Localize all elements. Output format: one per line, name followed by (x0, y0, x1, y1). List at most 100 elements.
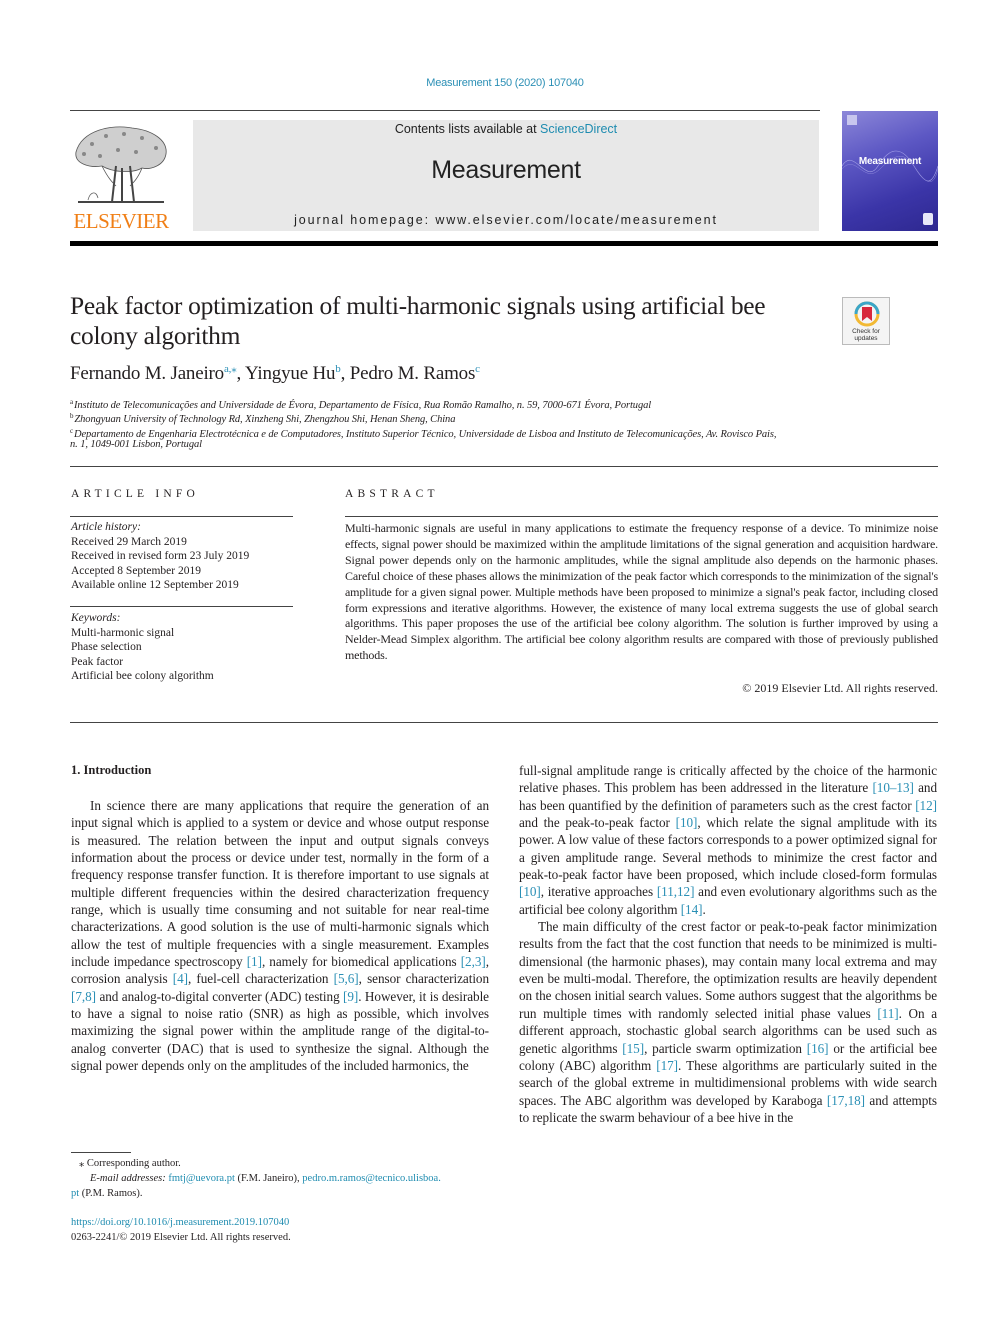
paper-title: Peak factor optimization of multi-harmon… (70, 291, 766, 350)
affiliation-mark: b (70, 412, 74, 420)
email-link-ramos[interactable]: pedro.m.ramos@tecnico.ulisboa. (302, 1173, 441, 1184)
email-owner: (P.M. Ramos). (79, 1188, 143, 1199)
divider (70, 516, 293, 517)
citation-link[interactable]: [10] (676, 815, 698, 830)
keywords: Keywords: Multi-harmonic signal Phase se… (71, 611, 214, 684)
corresponding-author-note: ⁎ Corresponding author. (71, 1156, 491, 1171)
doi-block: https://doi.org/10.1016/j.measurement.20… (71, 1216, 291, 1245)
paragraph-text: , particle swarm optimization (644, 1040, 807, 1056)
journal-homepage-link[interactable]: journal homepage: www.elsevier.com/locat… (193, 213, 819, 227)
author-affiliation-mark[interactable]: a,⁎ (224, 363, 237, 375)
footnote-rule (71, 1152, 131, 1153)
corresponding-text: Corresponding author. (86, 1158, 181, 1169)
author-separator: , (236, 363, 245, 384)
citation-link[interactable]: [10–13] (872, 780, 913, 795)
cover-badge-icon (923, 213, 933, 225)
issn-copyright: 0263-2241/© 2019 Elsevier Ltd. All right… (71, 1231, 291, 1243)
email-note-continued: pt (P.M. Ramos). (71, 1186, 491, 1201)
keyword: Multi-harmonic signal (71, 626, 175, 639)
affiliation-mark: c (70, 427, 74, 435)
keyword: Phase selection (71, 641, 142, 654)
divider (70, 606, 293, 607)
sciencedirect-link[interactable]: ScienceDirect (540, 122, 617, 136)
journal-banner: Contents lists available at ScienceDirec… (193, 120, 819, 231)
footnotes: ⁎ Corresponding author. E-mail addresses… (71, 1156, 491, 1201)
citation-link[interactable]: [15] (622, 1041, 644, 1056)
divider (345, 516, 938, 517)
abstract-copyright: © 2019 Elsevier Ltd. All rights reserved… (742, 681, 938, 695)
paragraph: In science there are many applications t… (71, 797, 489, 1075)
author-name[interactable]: Pedro M. Ramos (350, 363, 476, 384)
journal-reference-link[interactable]: Measurement 150 (2020) 107040 (0, 77, 992, 89)
elsevier-logo[interactable]: ELSEVIER (70, 118, 172, 232)
paragraph: full-signal amplitude range is criticall… (519, 762, 937, 918)
keyword: Peak factor (71, 655, 124, 668)
citation-link[interactable]: [17] (656, 1058, 678, 1073)
email-label: E-mail addresses: (90, 1173, 166, 1184)
history-item: Available online 12 September 2019 (71, 579, 239, 592)
email-link-janeiro[interactable]: fmtj@uevora.pt (168, 1173, 235, 1184)
divider (70, 722, 938, 723)
paragraph-text: , fuel-cell characterization (188, 971, 334, 987)
citation-link[interactable]: [7,8] (71, 989, 96, 1004)
header-thick-rule (70, 241, 938, 246)
history-item: Received 29 March 2019 (71, 535, 187, 548)
history-item: Received in revised form 23 July 2019 (71, 550, 250, 563)
check-for-updates-button[interactable]: Check for updates (842, 297, 890, 345)
contents-prefix: Contents lists available at (394, 122, 541, 136)
section-heading-introduction: 1. Introduction (71, 763, 152, 777)
email-owner: (F.M. Janeiro), (234, 1173, 303, 1184)
paragraph-text: , namely for biomedical applications (261, 954, 461, 970)
corresponding-mark: ⁎ (79, 1158, 85, 1169)
paragraph: The main difficulty of the crest factor … (519, 918, 937, 1126)
citation-link[interactable]: [12] (915, 798, 937, 813)
citation-link[interactable]: [2,3] (461, 954, 486, 969)
author-name[interactable]: Fernando M. Janeiro (70, 363, 224, 384)
body-column-left: In science there are many applications t… (71, 797, 489, 1075)
affiliation-mark: a (70, 398, 74, 406)
paragraph-text: and the peak-to-peak factor (519, 815, 676, 831)
paragraph-text: The main difficulty of the crest factor … (519, 919, 937, 1021)
keyword: Artificial bee colony algorithm (71, 670, 214, 683)
journal-cover-image[interactable]: Measurement (842, 111, 938, 231)
citation-link[interactable]: [16] (807, 1041, 829, 1056)
elsevier-tree-icon (75, 126, 167, 203)
citation-link[interactable]: [4] (173, 971, 188, 986)
citation-link[interactable]: [5,6] (334, 971, 359, 986)
author-list: Fernando M. Janeiroa,⁎, Yingyue Hub, Ped… (70, 362, 480, 385)
check-updates-icon (854, 301, 880, 327)
contents-line: Contents lists available at ScienceDirec… (193, 122, 819, 136)
doi-link[interactable]: https://doi.org/10.1016/j.measurement.20… (71, 1216, 291, 1231)
keywords-label: Keywords: (71, 612, 121, 624)
paragraph-text: . (702, 901, 706, 917)
history-item: Accepted 8 September 2019 (71, 564, 201, 577)
paragraph-text: , iterative approaches (540, 884, 657, 900)
body-column-right: full-signal amplitude range is criticall… (519, 762, 937, 1126)
article-info-heading: ARTICLE INFO (71, 488, 199, 500)
citation-link[interactable]: [11,12] (657, 884, 695, 899)
elsevier-wordmark: ELSEVIER (73, 209, 169, 233)
divider (70, 466, 938, 467)
paragraph-text: , sensor characterization (358, 971, 490, 987)
cover-title: Measurement (858, 156, 922, 167)
author-name[interactable]: Yingyue Hu (245, 363, 336, 384)
author-affiliation-mark[interactable]: c (475, 363, 480, 375)
citation-link[interactable]: [9] (343, 989, 358, 1004)
citation-link[interactable]: [17,18] (827, 1093, 865, 1108)
citation-link[interactable]: [11] (877, 1006, 898, 1021)
email-note: E-mail addresses: fmtj@uevora.pt (F.M. J… (71, 1171, 491, 1186)
affiliation-c-continued: n. 1, 1049-001 Lisbon, Portugal (70, 439, 202, 450)
check-updates-label: Check for updates (852, 328, 880, 342)
paragraph-text: and analog-to-digital converter (ADC) te… (96, 988, 344, 1004)
history-label: Article history: (71, 521, 141, 533)
paragraph-text: In science there are many applications t… (71, 798, 489, 970)
citation-link[interactable]: [1] (247, 954, 262, 969)
abstract-heading: ABSTRACT (345, 488, 439, 500)
email-link-ramos-continued[interactable]: pt (71, 1188, 79, 1199)
abstract-text: Multi-harmonic signals are useful in man… (345, 521, 938, 663)
citation-link[interactable]: [14] (681, 902, 703, 917)
citation-link[interactable]: [10] (519, 884, 541, 899)
cover-publisher-mark (847, 115, 857, 125)
author-separator: , (340, 363, 350, 384)
journal-name: Measurement (431, 156, 581, 184)
